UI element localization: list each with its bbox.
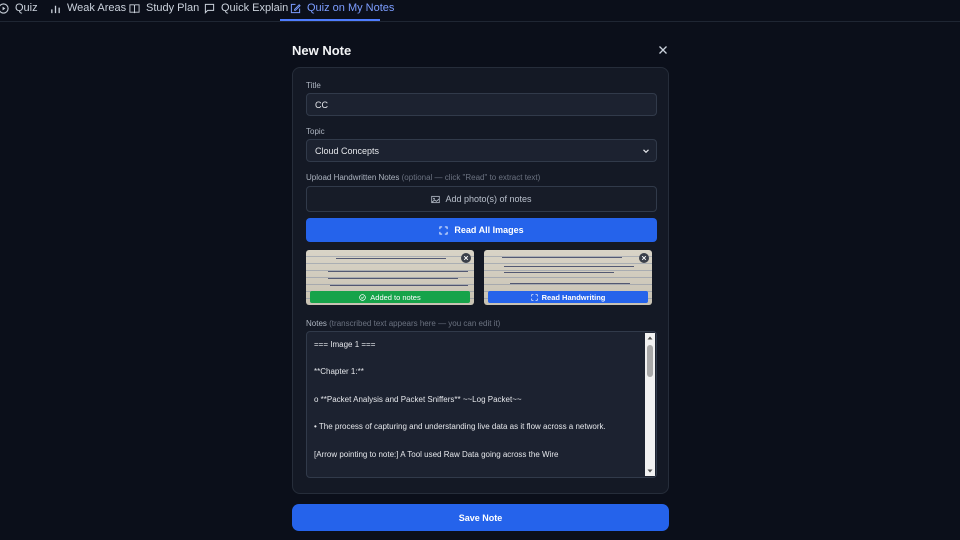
check-circle-icon (359, 293, 367, 301)
scan-icon (530, 293, 538, 301)
notes-textarea[interactable]: === Image 1 === **Chapter 1:** o **Packe… (306, 331, 657, 478)
modal-title: New Note (292, 43, 352, 58)
add-photos-button[interactable]: Add photo(s) of notes (306, 186, 657, 212)
play-icon (0, 2, 9, 14)
book-icon (129, 3, 140, 13)
save-note-button[interactable]: Save Note (292, 504, 669, 531)
add-photos-label: Add photo(s) of notes (445, 194, 532, 204)
handwriting-line (328, 278, 458, 279)
handwriting-line (336, 258, 446, 259)
read-all-images-button[interactable]: Read All Images (306, 218, 657, 242)
nav-tab-label: Weak Areas (67, 2, 127, 14)
close-icon (463, 255, 469, 261)
scroll-thumb[interactable] (647, 345, 653, 377)
note-form-panel: Title CC Topic Cloud Concepts Upload Han… (292, 67, 669, 494)
topic-select[interactable]: Cloud Concepts (306, 139, 657, 162)
edit-note-icon (290, 3, 301, 13)
read-all-images-label: Read All Images (454, 225, 524, 235)
notes-text: === Image 1 === **Chapter 1:** o **Packe… (314, 340, 606, 459)
read-handwriting-label: Read Handwriting (541, 292, 606, 302)
notes-scrollbar[interactable] (645, 333, 655, 476)
nav-tab-label: Quick Explain (221, 2, 289, 14)
close-icon[interactable] (656, 43, 670, 57)
topic-label: Topic (306, 127, 325, 136)
note-image-thumbnail: Added to notes (306, 250, 474, 305)
active-tab-indicator (280, 19, 380, 21)
title-input[interactable]: CC (306, 93, 657, 116)
upload-label-text: Upload Handwritten Notes (306, 173, 400, 182)
read-handwriting-button[interactable]: Read Handwriting (488, 291, 648, 303)
title-input-value: CC (315, 99, 328, 110)
handwriting-line (502, 257, 622, 258)
nav-tab-quiz[interactable]: Quiz (0, 0, 38, 22)
note-image-thumbnail: Read Handwriting (484, 250, 652, 305)
bar-chart-icon (51, 5, 60, 13)
nav-tab-study-plan[interactable]: Study Plan (129, 0, 199, 22)
remove-image-button[interactable] (461, 253, 471, 263)
topic-select-value: Cloud Concepts (315, 145, 380, 156)
handwriting-line (510, 283, 630, 284)
nav-tab-label: Study Plan (146, 2, 200, 14)
handwriting-line (330, 285, 468, 286)
chevron-down-icon (643, 148, 649, 153)
nav-tab-weak-areas[interactable]: Weak Areas (50, 0, 126, 22)
save-note-label: Save Note (458, 512, 503, 523)
image-icon (431, 195, 441, 203)
remove-image-button[interactable] (639, 253, 649, 263)
image-status-label: Added to notes (370, 292, 421, 302)
notes-hint: (transcribed text appears here — you can… (329, 319, 501, 328)
message-icon (204, 3, 215, 14)
handwriting-line (504, 266, 634, 267)
nav-tab-quick-explain[interactable]: Quick Explain (204, 0, 288, 22)
notes-label: Notes (transcribed text appears here — y… (306, 319, 500, 328)
scroll-up-icon[interactable] (647, 335, 653, 341)
nav-tab-label: Quiz on My Notes (307, 2, 395, 14)
title-label: Title (306, 81, 321, 90)
nav-tab-label: Quiz (15, 2, 38, 14)
scroll-down-icon[interactable] (647, 468, 653, 474)
handwriting-line (328, 271, 468, 272)
notes-label-text: Notes (306, 319, 327, 328)
top-nav: Quiz Weak Areas Study Plan Quick Explain… (0, 0, 960, 22)
image-status-badge: Added to notes (310, 291, 470, 303)
close-icon (641, 255, 647, 261)
upload-label: Upload Handwritten Notes (optional — cli… (306, 173, 540, 182)
upload-hint: (optional — click "Read" to extract text… (401, 173, 541, 182)
handwriting-line (504, 272, 614, 273)
scan-icon (439, 225, 448, 235)
